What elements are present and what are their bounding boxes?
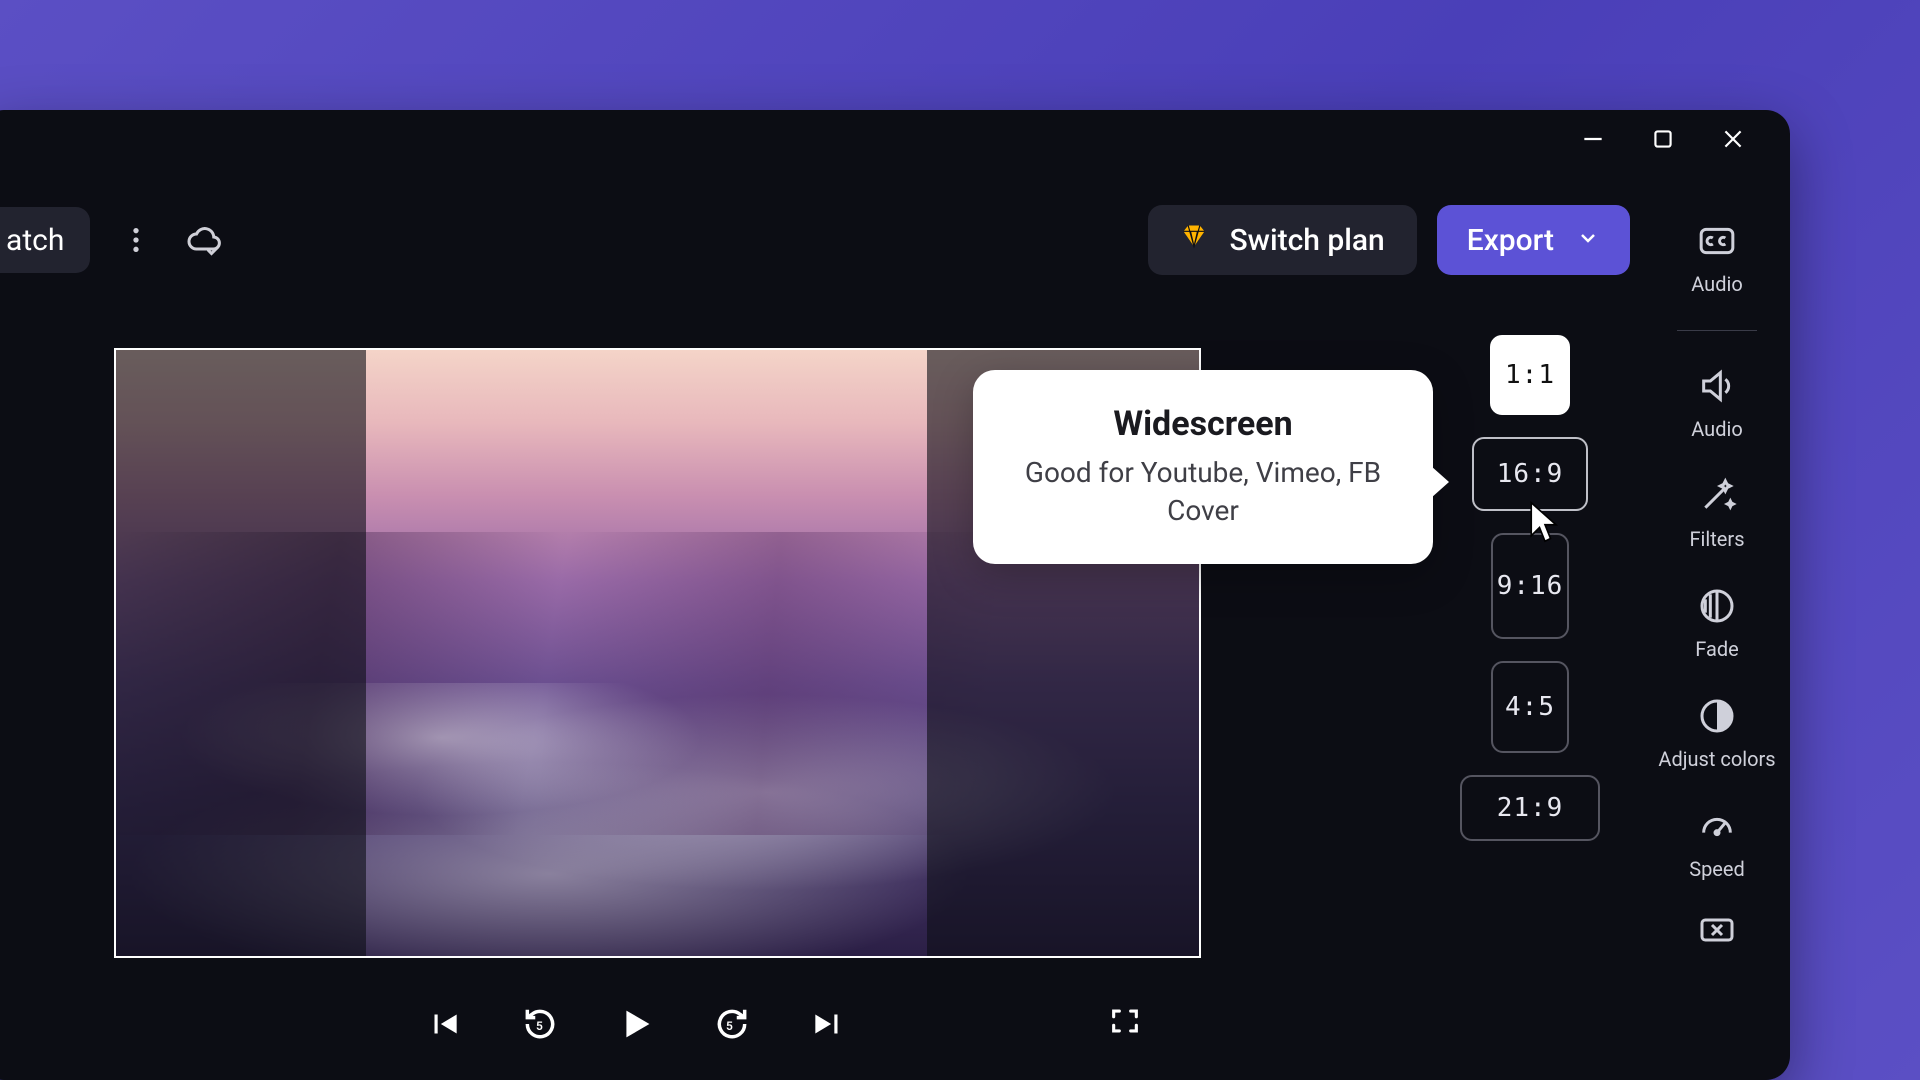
- rail-filters-label: Filters: [1689, 527, 1744, 551]
- fade-icon: [1696, 585, 1738, 627]
- closed-captions-icon: [1696, 220, 1738, 262]
- playback-controls: 5 5: [420, 1000, 852, 1048]
- rail-audio-label: Audio: [1691, 417, 1743, 441]
- close-button[interactable]: [1720, 126, 1746, 152]
- rail-extra-button[interactable]: [1696, 909, 1738, 951]
- fullscreen-button[interactable]: [1108, 1004, 1142, 1042]
- chevron-down-icon: [1576, 223, 1600, 258]
- rail-speed-button[interactable]: Speed: [1689, 805, 1745, 881]
- rail-audio-button[interactable]: Audio: [1691, 365, 1743, 441]
- play-button[interactable]: [612, 1000, 660, 1048]
- speaker-icon: [1696, 365, 1738, 407]
- cloud-sync-icon[interactable]: [182, 218, 226, 262]
- more-options-button[interactable]: [114, 218, 158, 262]
- premium-gem-icon: [1180, 222, 1208, 258]
- ratio-1-1-button[interactable]: 1:1: [1490, 335, 1570, 415]
- rail-adjust-colors-button[interactable]: Adjust colors: [1658, 695, 1775, 771]
- rail-speed-label: Speed: [1689, 857, 1745, 881]
- export-button[interactable]: Export: [1437, 205, 1630, 275]
- project-title-text: atch: [6, 223, 64, 258]
- rail-captions-label: Audio: [1691, 272, 1743, 296]
- rail-adjust-label: Adjust colors: [1658, 747, 1775, 771]
- header-row: atch Switch plan Export: [0, 200, 1790, 280]
- rail-fade-button[interactable]: Fade: [1695, 585, 1739, 661]
- project-title-chip[interactable]: atch: [0, 207, 90, 273]
- rail-fade-label: Fade: [1695, 637, 1739, 661]
- minimize-button[interactable]: [1580, 126, 1606, 152]
- app-window: atch Switch plan Export: [0, 110, 1790, 1080]
- aspect-ratio-picker: 1:1 16:9 9:16 4:5 21:9: [1460, 335, 1600, 841]
- skip-forward-5-button[interactable]: 5: [708, 1000, 756, 1048]
- previous-button[interactable]: [420, 1000, 468, 1048]
- rail-filters-button[interactable]: Filters: [1689, 475, 1744, 551]
- ratio-21-9-button[interactable]: 21:9: [1460, 775, 1600, 841]
- skip-back-5-button[interactable]: 5: [516, 1000, 564, 1048]
- skip-forward-value: 5: [726, 1019, 733, 1033]
- ratio-tooltip: Widescreen Good for Youtube, Vimeo, FB C…: [973, 370, 1433, 564]
- ratio-16-9-button[interactable]: 16:9: [1472, 437, 1588, 511]
- half-circle-icon: [1696, 695, 1738, 737]
- ratio-9-16-button[interactable]: 9:16: [1491, 533, 1569, 639]
- rail-captions-button[interactable]: Audio: [1691, 220, 1743, 296]
- export-label: Export: [1467, 223, 1554, 258]
- tooltip-body: Good for Youtube, Vimeo, FB Cover: [1009, 454, 1397, 530]
- tooltip-title: Widescreen: [1009, 404, 1397, 444]
- switch-plan-label: Switch plan: [1230, 223, 1385, 258]
- transition-icon: [1696, 909, 1738, 951]
- ratio-4-5-button[interactable]: 4:5: [1491, 661, 1569, 753]
- magic-wand-icon: [1696, 475, 1738, 517]
- speedometer-icon: [1696, 805, 1738, 847]
- rail-separator: [1677, 330, 1757, 331]
- maximize-button[interactable]: [1650, 126, 1676, 152]
- crop-overlay-left: [116, 350, 366, 956]
- next-button[interactable]: [804, 1000, 852, 1048]
- skip-back-value: 5: [536, 1019, 543, 1033]
- side-tool-rail: Audio Audio Filters Fade Adjust colors: [1644, 220, 1790, 951]
- title-bar: [0, 110, 1790, 168]
- switch-plan-button[interactable]: Switch plan: [1148, 205, 1417, 275]
